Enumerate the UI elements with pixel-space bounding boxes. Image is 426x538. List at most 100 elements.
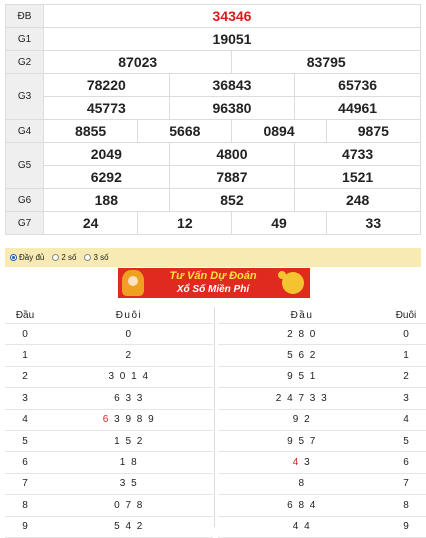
g3-number: 65736 [294,73,421,97]
row-g7: G7 24 12 49 33 [5,211,422,235]
radio-selected-icon[interactable] [10,254,17,261]
head-digits: 2 8 0 [218,323,386,346]
special-prize-number: 34346 [43,4,421,28]
head-digit: 3 [5,387,45,410]
tail-digits: 2 [45,344,213,367]
table-row: 95 4 2 [5,516,213,538]
head-digit: 6 [5,451,45,474]
tail-digit: 0 [386,323,426,346]
g6-number: 188 [43,188,170,212]
head-digits: 9 2 [218,409,386,431]
tail-digit: 9 [386,516,426,538]
table-row: 6 8 4 8 [218,494,426,517]
table-row: 9 2 4 [218,409,426,431]
prediction-banner[interactable]: Tư Vấn Dự Đoán Xổ Số Miền Phí [118,268,310,298]
option-label: Đầy đủ [19,253,45,262]
head-digits: 9 5 7 [218,430,386,453]
table-row: 5 1 5 2 [5,430,213,453]
prize-label: G7 [5,211,44,235]
table-row: 8 0 7 8 [5,494,213,517]
tail-digit: 8 [386,494,426,517]
prize-label: ĐB [5,4,44,28]
results-table: ĐB 34346 G1 19051 G2 87023 83795 G3 7822… [5,4,422,235]
column-header: Đuôi [45,307,213,324]
head-digits: 8 [218,473,386,496]
option-label: 3 số [93,253,109,262]
head-digit: 7 [5,473,45,496]
g4-number: 8855 [42,119,139,143]
row-special: ĐB 34346 [5,4,421,28]
head-digits: 4 3 [218,451,386,474]
tail-digit: 1 [386,344,426,367]
g3-number: 96380 [168,96,296,120]
tail-values: 2 [125,350,133,362]
option-full[interactable]: Đầy đủ [10,253,44,262]
g7-number: 24 [42,211,139,235]
prize-label: G2 [5,50,44,74]
g4-number: 5668 [137,119,233,143]
head-values: 9 2 [292,414,312,426]
tail-highlight: 6 [102,414,115,426]
tail-digits: 5 4 2 [45,516,213,538]
tail-values: 6 3 3 [114,392,144,404]
prize-label: G3 [5,73,44,120]
row-g1: G1 19051 [5,27,421,51]
option-3-digits[interactable]: 3 số [84,253,109,262]
prize-label: G4 [5,119,44,143]
g7-number: 49 [231,211,327,235]
prize-label: G6 [5,188,44,212]
tail-values: 0 7 8 [114,499,144,511]
head-values: 2 8 0 [287,328,317,340]
g2-number: 87023 [42,50,233,74]
head-digits: 5 6 2 [218,344,386,367]
g6-number: 852 [168,188,296,212]
column-header: Đầu [218,307,386,324]
g3-number: 45773 [43,96,170,120]
tail-values: 0 [125,328,133,340]
god-of-wealth-icon [122,270,144,296]
head-values: 3 [304,457,312,469]
g3-number: 44961 [294,96,421,120]
banner-subtitle: Xổ Số Miền Phí [176,284,250,295]
table-row: 9 5 1 2 [218,366,426,389]
row-g3b: 45773 96380 44961 [6,96,421,120]
head-digit: 4 [5,409,45,431]
head-digits: 9 5 1 [218,366,386,389]
g3-number: 78220 [43,73,170,97]
head-values: 9 5 7 [287,435,317,447]
table-row: 7 3 5 [5,473,213,496]
table-row: 46 3 9 8 9 [5,409,213,431]
radio-icon[interactable] [84,254,92,261]
g4-number: 9875 [325,119,422,143]
table-row: 2 8 0 0 [218,323,426,346]
row-g5: G5 2049 4800 4733 [5,142,421,189]
head-digits: 6 8 4 [218,494,386,517]
table-row: 2 3 0 1 4 [5,366,213,389]
tail-digit: 5 [386,430,426,453]
g5-number: 7887 [168,165,296,189]
table-row: 4 49 [218,516,426,538]
g4-number: 0894 [231,119,327,143]
g6-number: 248 [294,188,421,212]
head-values: 5 6 2 [287,350,317,362]
g7-number: 12 [137,211,233,235]
tail-digits: 3 0 1 4 [45,366,213,389]
g5-number: 1521 [294,165,421,189]
option-2-digits[interactable]: 2 số [52,253,76,262]
loto-tail-table: Đầu Đuôi 2 8 005 6 219 5 122 4 7 3 339 2… [218,307,426,538]
tail-digit: 4 [386,409,426,431]
head-values: 9 5 1 [287,371,317,383]
banner-title: Tư Vấn Dự Đoán [169,270,257,282]
head-highlight: 4 [292,457,305,469]
money-bag-icon [282,272,304,294]
row-g6: G6 188 852 248 [5,188,421,212]
tail-digits: 1 8 [45,451,213,474]
tail-values: 3 5 [119,478,139,490]
table-row: 5 6 2 1 [218,344,426,367]
radio-icon[interactable] [52,254,60,261]
prize-label: G1 [5,27,44,51]
column-header: Đuôi [386,307,426,324]
tail-digit: 6 [386,451,426,474]
tail-values: 3 0 1 4 [108,371,150,383]
g5-number: 4800 [168,142,296,166]
